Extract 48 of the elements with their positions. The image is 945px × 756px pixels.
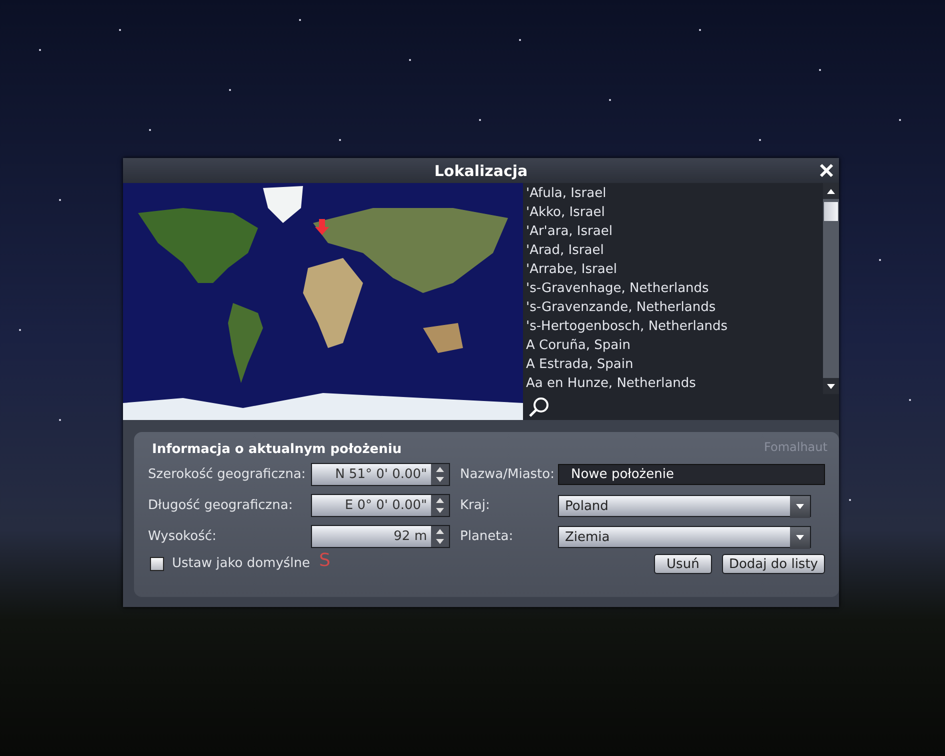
down-arrow-icon	[436, 477, 444, 482]
scrollbar-thumb[interactable]	[824, 202, 838, 221]
city-list-item[interactable]: 'Arrabe, Israel	[523, 260, 823, 279]
down-arrow-icon	[436, 539, 444, 544]
field-label: Nazwa/Miasto:	[460, 467, 556, 482]
down-arrow-icon	[796, 504, 804, 509]
world-map-drawing[interactable]	[123, 183, 523, 420]
city-list-item[interactable]: 's-Hertogenbosch, Netherlands	[523, 317, 823, 336]
checkbox[interactable]	[150, 556, 164, 570]
scrollbar[interactable]	[823, 183, 839, 394]
dropdown[interactable]: Poland	[558, 494, 811, 516]
window-title: Lokalizacja	[434, 162, 528, 180]
field-label: Kraj:	[460, 498, 491, 513]
location-marker-icon	[315, 219, 329, 235]
spin-box[interactable]: E 0° 0' 0.00"	[311, 494, 450, 517]
dialog-button[interactable]: Dodaj do listy	[722, 554, 825, 574]
spin-box[interactable]: 92 m	[311, 525, 450, 548]
down-arrow-icon	[796, 535, 804, 540]
field-label: Planeta:	[460, 529, 514, 544]
up-arrow-icon	[436, 466, 444, 472]
scroll-down-button[interactable]	[823, 378, 839, 394]
city-list-item[interactable]: Aa en Hunze, Netherlands	[523, 374, 823, 393]
city-list-item[interactable]: 'Arad, Israel	[523, 241, 823, 260]
city-list-item[interactable]: 'Ar'ara, Israel	[523, 222, 823, 241]
city-list-item[interactable]: A Coruña, Spain	[523, 336, 823, 355]
name-field[interactable]: Nowe położenie	[558, 464, 825, 485]
up-arrow-icon	[436, 528, 444, 534]
dropdown[interactable]: Ziemia	[558, 526, 811, 548]
field-label: Szerokość geograficzna:	[148, 467, 307, 482]
compass-label: S	[319, 550, 330, 571]
spin-box[interactable]: N 51° 0' 0.00"	[311, 463, 450, 486]
up-arrow-icon	[436, 498, 444, 503]
dialog-button[interactable]: Usuń	[654, 554, 712, 574]
field-label: Długość geograficzna:	[148, 498, 294, 513]
scroll-up-button[interactable]	[823, 183, 839, 199]
down-arrow-icon	[436, 508, 444, 514]
close-button[interactable]	[818, 162, 835, 179]
city-list-item[interactable]: 's-Gravenhage, Netherlands	[523, 279, 823, 298]
checkbox-label: Ustaw jako domyślne	[172, 556, 312, 571]
city-list-item[interactable]: 'Afula, Israel	[523, 184, 823, 203]
down-arrow-icon	[827, 384, 835, 388]
up-arrow-icon	[827, 188, 835, 194]
city-list-item[interactable]: 's-Gravenzande, Netherlands	[523, 298, 823, 317]
search-icon[interactable]	[528, 396, 550, 418]
field-label: Wysokość:	[148, 529, 218, 544]
city-list-item[interactable]: 'Akko, Israel	[523, 203, 823, 222]
section-heading: Informacja o aktualnym położeniu	[151, 442, 402, 457]
city-list-item[interactable]: A Estrada, Spain	[523, 355, 823, 374]
